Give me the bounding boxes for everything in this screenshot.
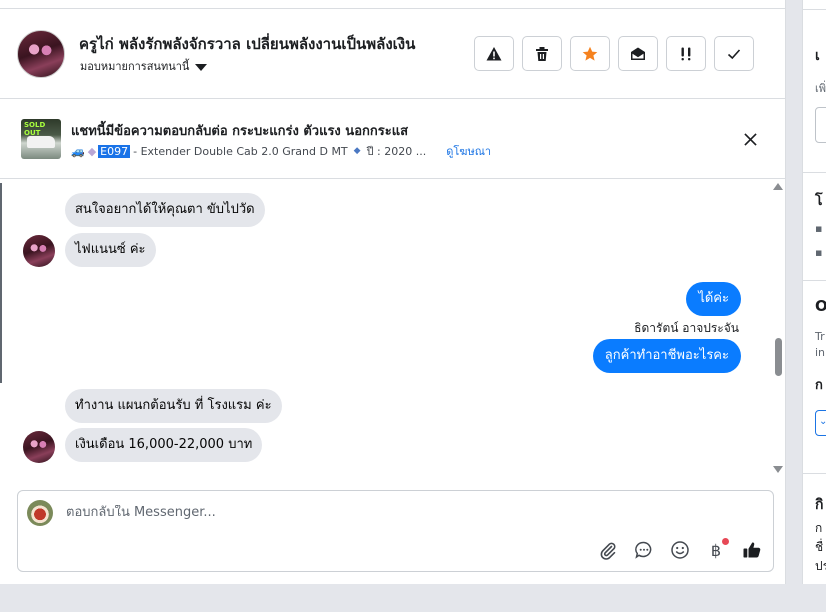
top-strip xyxy=(0,0,786,9)
contact-name[interactable]: ครูไก่ พลังรักพลังจักรวาล เปลี่ยนพลังงาน… xyxy=(79,32,415,56)
like-icon xyxy=(743,542,761,558)
check-icon xyxy=(727,48,741,59)
section-heading: โ xyxy=(815,193,823,209)
double-exclamation-icon xyxy=(681,47,691,60)
section-text: Tr xyxy=(815,330,825,343)
mark-done-button[interactable] xyxy=(714,36,754,71)
truck-icon: 🚙 xyxy=(71,144,85,158)
assign-label: มอบหมายการสนทนานี้ xyxy=(80,60,190,73)
field-text: ก xyxy=(815,521,823,535)
attach-icon xyxy=(600,542,616,560)
chevron-down-icon: ⌄ xyxy=(819,416,826,427)
close-icon xyxy=(743,132,757,146)
mark-unread-button[interactable] xyxy=(618,36,658,71)
emoji-icon xyxy=(671,541,689,559)
message-bubble-incoming[interactable]: ไฟแนนซ์ ค่ะ xyxy=(65,233,156,267)
sender-name-label: ธิดารัตน์ อาจประจัน xyxy=(634,321,739,335)
reply-composer: ฿ xyxy=(17,490,774,572)
trash-icon xyxy=(536,46,548,61)
scrollbar-thumb[interactable] xyxy=(775,338,782,376)
field-text: ปร xyxy=(815,559,826,573)
ad-thumbnail[interactable]: SOLD OUT xyxy=(21,119,61,159)
field-text: ชื่ xyxy=(815,540,824,554)
contact-details-panel: เ เพิ่ โ ▪ ▪ O Tr inl ก ⌄ กิ ก ชื่ ปร xyxy=(802,0,826,584)
ad-code: E097 xyxy=(98,144,131,158)
star-button[interactable] xyxy=(570,36,610,71)
message-bubble-incoming[interactable]: สนใจอยากได้ให้คุณตา ขับไปวัด xyxy=(65,193,265,227)
caret-down-icon xyxy=(195,63,208,71)
list-icon: ▪ xyxy=(815,246,823,259)
message-bubble-incoming[interactable]: ทำงาน แผนกต้อนรับ ที่ โรงแรม ค่ะ xyxy=(65,389,282,423)
ad-thumbnail-badge: SOLD OUT xyxy=(24,121,46,137)
page-avatar xyxy=(27,500,53,526)
add-field-box[interactable] xyxy=(815,107,826,143)
view-ad-link[interactable]: ดูโฆษณา xyxy=(446,142,491,160)
message-bubble-outgoing[interactable]: ลูกค้าทำอาชีพอะไรคะ xyxy=(592,339,741,373)
sender-avatar[interactable] xyxy=(23,431,55,463)
mark-spam-button[interactable] xyxy=(474,36,514,71)
divider xyxy=(803,9,826,10)
separator-diamond-icon: ◆ xyxy=(353,146,361,156)
assign-conversation[interactable]: มอบหมายการสนทนานี้ xyxy=(80,57,208,75)
quick-reply-icon xyxy=(635,541,652,559)
section-hint: เพิ่ xyxy=(815,82,826,95)
message-bubble-outgoing[interactable]: ได้ค่ะ xyxy=(686,282,741,316)
section-heading: เ xyxy=(815,48,820,64)
attach-button[interactable] xyxy=(597,539,619,561)
ad-details: 🚙 ◆ E097 - Extender Double Cab 2.0 Grand… xyxy=(71,142,491,160)
divider xyxy=(803,172,826,173)
thumb-icon: ▪ xyxy=(815,222,823,235)
diamond-icon: ◆ xyxy=(87,144,97,158)
divider xyxy=(803,280,826,281)
scroll-down-arrow-icon[interactable] xyxy=(773,466,783,473)
divider xyxy=(803,473,826,474)
ad-context-bar: SOLD OUT แชทนี้มีข้อความตอบกลับต่อ กระบะ… xyxy=(0,100,786,179)
envelope-open-icon xyxy=(631,47,645,60)
like-button[interactable] xyxy=(741,539,763,561)
message-thread[interactable]: สนใจอยากได้ให้คุณตา ขับไปวัด ไฟแนนซ์ ค่ะ… xyxy=(0,180,786,478)
star-icon xyxy=(582,46,598,61)
scroll-up-arrow-icon[interactable] xyxy=(773,183,783,190)
emoji-button[interactable] xyxy=(669,539,691,561)
notification-dot xyxy=(722,538,729,545)
sender-avatar[interactable] xyxy=(23,235,55,267)
reply-input[interactable] xyxy=(66,505,666,520)
section-heading: กิ xyxy=(815,497,824,513)
avatar[interactable] xyxy=(17,30,65,78)
conversation-panel: ครูไก่ พลังรักพลังจักรวาล เปลี่ยนพลังงาน… xyxy=(0,0,786,584)
section-text: inl xyxy=(815,346,826,359)
close-ad-button[interactable] xyxy=(740,129,760,149)
ad-year: ปี : 2020 ... xyxy=(366,145,427,158)
ad-title: แชทนี้มีข้อความตอบกลับต่อ กระบะแกร่ง ตัว… xyxy=(71,124,409,139)
follow-up-button[interactable] xyxy=(666,36,706,71)
quick-reply-button[interactable] xyxy=(633,539,655,561)
ad-model: - Extender Double Cab 2.0 Grand D MT xyxy=(133,144,348,158)
section-heading: O xyxy=(815,297,826,315)
message-bubble-incoming[interactable]: เงินเดือน 16,000-22,000 บาท xyxy=(65,428,263,462)
payment-button[interactable]: ฿ xyxy=(705,538,729,561)
delete-button[interactable] xyxy=(522,36,562,71)
truck-image xyxy=(27,136,55,148)
warning-icon xyxy=(486,46,502,60)
field-label: ก xyxy=(815,378,823,393)
payment-icon: ฿ xyxy=(710,540,722,560)
conversation-header: ครูไก่ พลังรักพลังจักรวาล เปลี่ยนพลังงาน… xyxy=(0,10,786,99)
